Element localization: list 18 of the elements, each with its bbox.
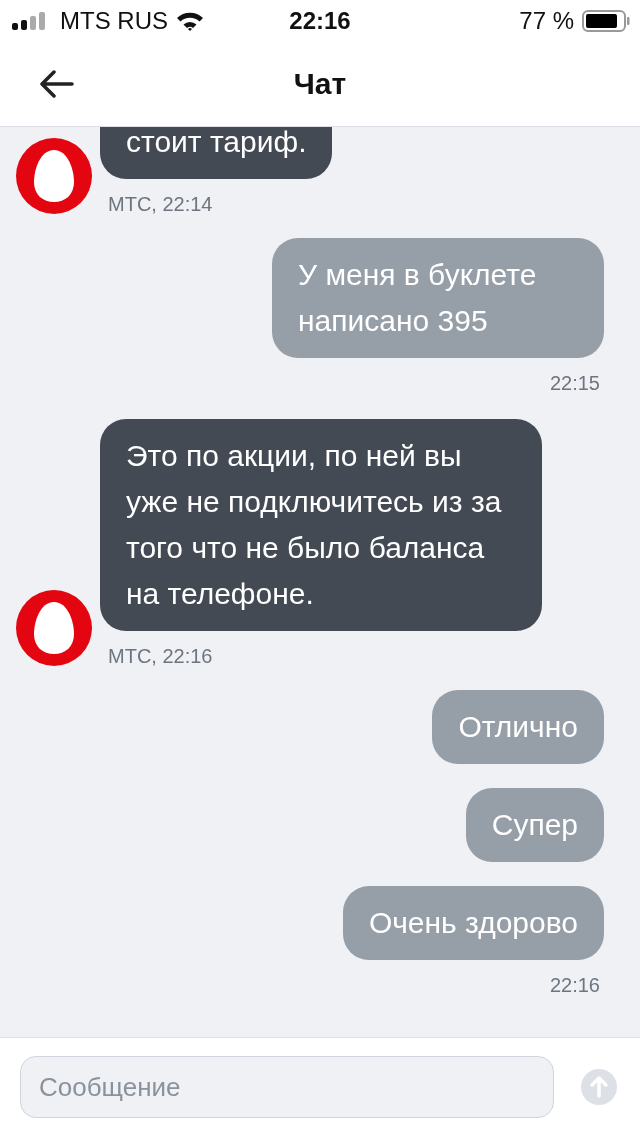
outgoing-message: Очень здорово	[342, 886, 604, 960]
message-input[interactable]: Сообщение	[20, 1056, 554, 1118]
wifi-icon	[176, 11, 204, 31]
battery-icon	[582, 10, 630, 32]
battery-percent: 77 %	[519, 7, 574, 35]
incoming-message: Это по акции, по ней вы уже не подключитесь из за того что не было баланса на телефоне.	[100, 419, 542, 631]
carrier-name: MTS RUS	[60, 7, 168, 35]
clock-time: 22:16	[289, 7, 351, 35]
outgoing-message: У меня в буклете написано 395	[272, 238, 604, 358]
back-arrow-icon[interactable]	[40, 70, 74, 98]
message-time: 22:15	[549, 372, 600, 395]
message-meta: МТС, 22:14	[108, 193, 213, 216]
outgoing-message: Отлично	[432, 690, 604, 764]
message-meta: МТС, 22:16	[108, 645, 213, 668]
outgoing-message: Супер	[465, 788, 604, 862]
incoming-message: стоит тариф.	[100, 127, 333, 179]
chat-title: Чат	[293, 67, 347, 101]
message-time: 22:16	[549, 974, 600, 997]
